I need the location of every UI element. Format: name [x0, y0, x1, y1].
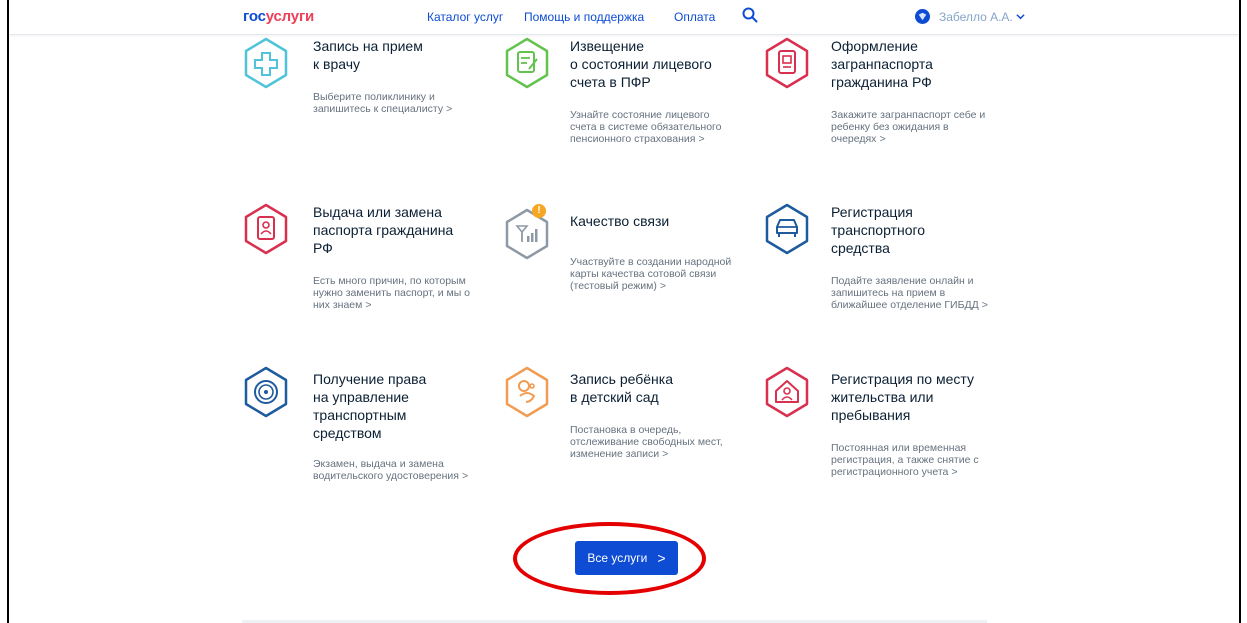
child-icon [505, 366, 549, 418]
service-desc-text: Закажите загранпаспорт себе и ребенку бе… [831, 109, 986, 145]
all-services-button[interactable]: Все услуги > [575, 541, 678, 575]
arrow-right-icon: > [365, 299, 372, 311]
service-title: Качество связи [570, 213, 670, 229]
arrow-right-icon: > [446, 103, 453, 115]
service-title: Запись на прием к врачу [313, 38, 423, 72]
passport-icon [765, 37, 809, 89]
service-desc-text: Выберите поликлинику и запишитесь к спец… [313, 91, 444, 115]
service-title: Оформление загранпаспорта гражданина РФ [831, 38, 933, 90]
service-desc: Постановка в очередь, отслеживание свобо… [570, 424, 745, 460]
document-edit-icon [505, 37, 549, 89]
service-desc-text: Есть много причин, по которым нужно заме… [313, 275, 471, 311]
search-icon[interactable] [741, 6, 759, 24]
passport-person-icon [244, 203, 288, 255]
service-title: Получение права на управление транспортн… [313, 371, 427, 441]
arrow-right-icon: > [981, 299, 988, 311]
user-name: Забелло А.А. [939, 9, 1013, 24]
frame-left-border [7, 0, 9, 623]
arrow-right-icon: > [951, 466, 958, 478]
service-desc: Постоянная или временная регистрация, а … [831, 442, 1006, 478]
arrow-right-icon: > [461, 470, 469, 482]
site-header: госуслуги Каталог услуг Помощь и поддерж… [9, 0, 1239, 35]
service-desc: Участвуйте в создании народной карты кач… [570, 256, 745, 292]
gosuslugi-logo[interactable]: госуслуги [243, 8, 314, 25]
steering-wheel-icon [244, 366, 288, 418]
chevron-down-icon [1016, 14, 1025, 20]
service-title: Регистрация по месту жительства или преб… [831, 371, 974, 423]
user-menu[interactable]: Забелло А.А. [915, 9, 1025, 24]
arrow-right-icon: > [879, 133, 886, 145]
all-services-label: Все услуги [587, 551, 648, 565]
service-desc-text: Подайте заявление онлайн и запишитесь на… [831, 275, 979, 311]
arrow-right-icon: > [659, 280, 667, 292]
service-desc: Выберите поликлинику и запишитесь к спец… [313, 91, 488, 115]
chevron-right-icon: > [657, 550, 666, 566]
car-icon [765, 203, 809, 255]
service-title: Запись ребёнка в детский сад [570, 371, 673, 405]
nav-help-link[interactable]: Помощь и поддержка [524, 10, 644, 24]
nav-catalog-link[interactable]: Каталог услуг [427, 10, 503, 24]
arrow-right-icon: > [662, 448, 669, 460]
logo-part-uslugi: услуги [265, 8, 315, 25]
nav-payment-link[interactable]: Оплата [674, 10, 715, 24]
medical-cross-icon [244, 37, 288, 89]
service-desc: Экзамен, выдача и замена водительского у… [313, 458, 488, 482]
service-desc: Есть много причин, по которым нужно заме… [313, 275, 488, 311]
service-desc: Подайте заявление онлайн и запишитесь на… [831, 275, 1006, 311]
service-title: Регистрация транспортного средства [831, 204, 926, 256]
service-title: Выдача или замена паспорта гражданина РФ [313, 204, 454, 256]
service-desc-text: Экзамен, выдача и замена водительского у… [313, 458, 459, 482]
house-person-icon [765, 366, 809, 418]
service-title: Извещение о состоянии лицевого счета в П… [570, 38, 712, 90]
arrow-right-icon: > [698, 133, 705, 145]
service-desc-text: Участвуйте в создании народной карты кач… [570, 256, 732, 292]
notification-badge: ! [532, 204, 546, 218]
service-desc: Закажите загранпаспорт себе и ребенку бе… [831, 109, 1006, 145]
service-desc-text: Постановка в очередь, отслеживание свобо… [570, 424, 723, 460]
user-shield-icon [915, 9, 930, 24]
service-desc: Узнайте состояние лицевого счета в систе… [570, 109, 745, 145]
frame-right-border [1239, 0, 1241, 623]
logo-part-gos: гос [243, 8, 266, 25]
